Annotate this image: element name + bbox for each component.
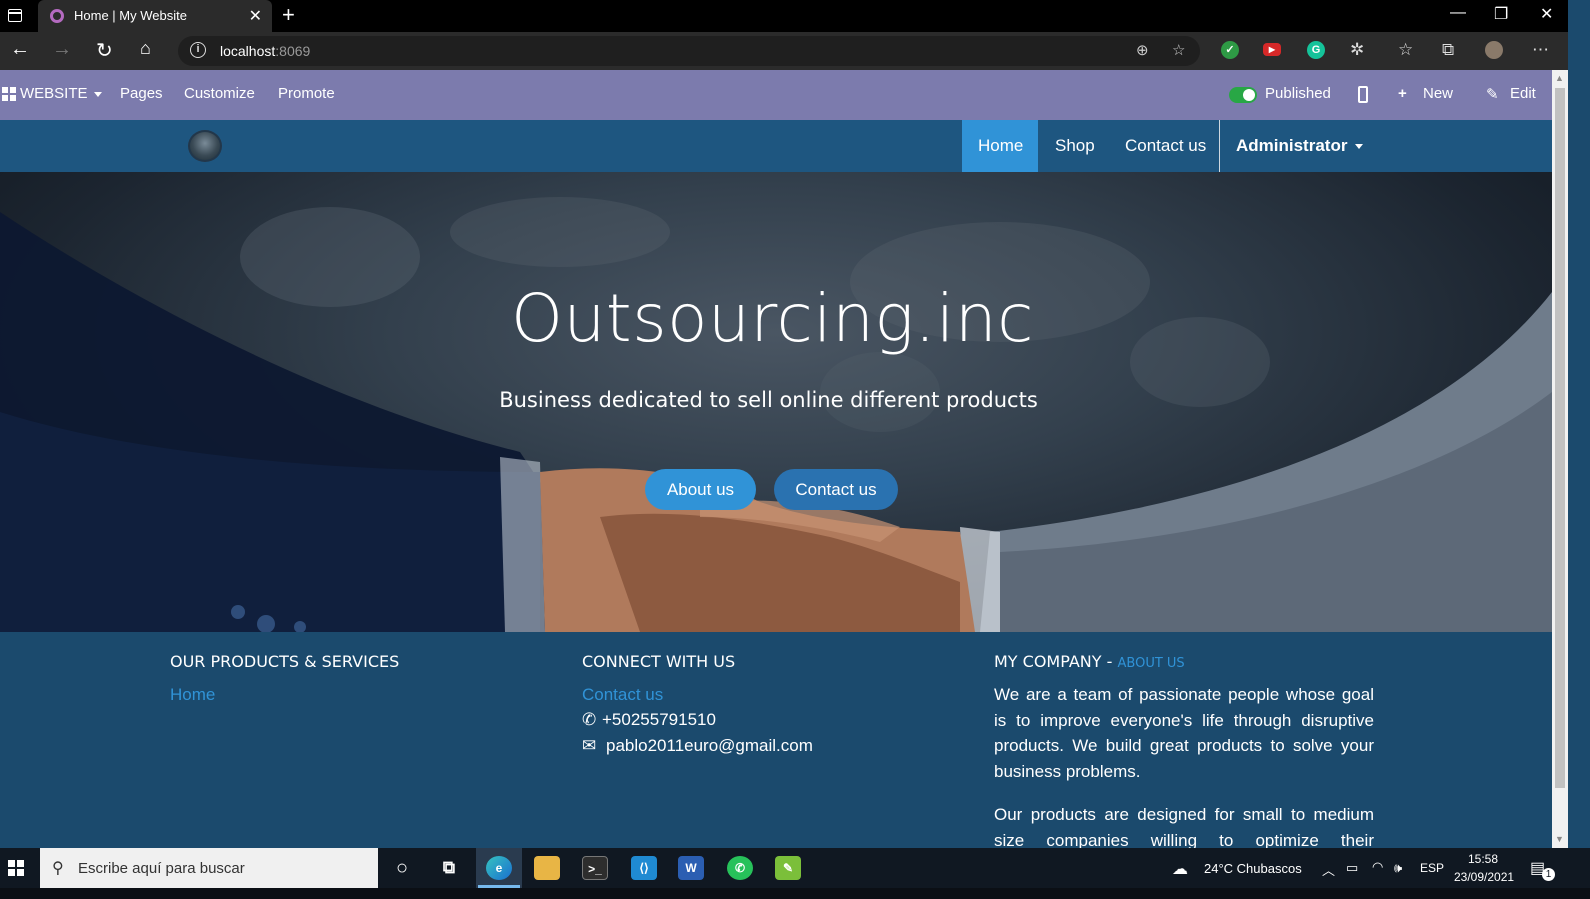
customize-menu[interactable]: Customize xyxy=(184,85,255,102)
youtube-extension-icon[interactable]: ▶ xyxy=(1263,43,1281,56)
forward-arrow-icon[interactable]: → xyxy=(52,38,72,61)
browser-toolbar: ← → ↻ ⌂ i localhost:8069 ⊕ ☆ ✓ ▶ G ✲ ☆ ⧉… xyxy=(0,32,1590,70)
hero-banner: Outsourcing.inc Business dedicated to se… xyxy=(0,172,1552,632)
new-tab-button[interactable]: + xyxy=(282,2,295,28)
tab-title: Home | My Website xyxy=(74,8,187,23)
language-indicator[interactable]: ESP xyxy=(1420,861,1444,875)
nav-contact-us[interactable]: Contact us xyxy=(1109,120,1222,172)
profile-avatar[interactable] xyxy=(1485,41,1503,59)
grammarly-icon[interactable]: G xyxy=(1307,41,1325,59)
more-menu-icon[interactable]: ⋯ xyxy=(1532,40,1549,60)
search-placeholder: Escribe aquí para buscar xyxy=(78,860,245,877)
apps-grid-icon[interactable] xyxy=(2,87,16,101)
odoo-favicon-icon xyxy=(50,9,64,23)
footer-home-link[interactable]: Home xyxy=(170,685,215,705)
back-arrow-icon[interactable]: ← xyxy=(10,38,30,61)
extensions-icon[interactable]: ✲ xyxy=(1350,40,1364,60)
footer-contact-link[interactable]: Contact us xyxy=(582,685,663,705)
whatsapp-icon[interactable]: ✆ xyxy=(727,856,753,880)
browser-tab-bar: Home | My Website ✕ + — ❐ ✕ xyxy=(0,0,1590,32)
window-edge xyxy=(1568,0,1590,899)
browser-tab[interactable]: Home | My Website ✕ xyxy=(38,0,272,32)
word-icon[interactable]: W xyxy=(678,856,704,880)
envelope-icon: ✉ xyxy=(582,736,597,755)
connect-heading: CONNECT WITH US xyxy=(582,652,736,671)
promote-menu[interactable]: Promote xyxy=(278,85,335,102)
published-toggle[interactable] xyxy=(1229,87,1257,103)
close-tab-icon[interactable]: ✕ xyxy=(249,6,262,26)
close-window-button[interactable]: ✕ xyxy=(1540,4,1553,24)
favorites-icon[interactable]: ☆ xyxy=(1398,40,1413,60)
site-info-icon[interactable]: i xyxy=(190,42,206,58)
company-logo[interactable] xyxy=(188,130,222,162)
published-label[interactable]: Published xyxy=(1265,85,1331,102)
nav-home[interactable]: Home xyxy=(962,120,1038,172)
email-link[interactable]: pablo2011euro@gmail.com xyxy=(606,736,813,756)
vscode-icon[interactable]: ⟨⟩ xyxy=(631,856,657,880)
about-us-button[interactable]: About us xyxy=(645,469,756,510)
file-explorer-icon[interactable] xyxy=(534,856,560,880)
notepad-plus-icon[interactable]: ✎ xyxy=(775,856,801,880)
cortana-icon[interactable]: ○ xyxy=(389,856,415,880)
volume-icon[interactable]: 🕪 xyxy=(1394,860,1402,876)
mobile-preview-icon[interactable] xyxy=(1358,86,1368,103)
url-text: localhost:8069 xyxy=(220,43,311,59)
minimize-button[interactable]: — xyxy=(1450,4,1466,22)
pencil-icon[interactable]: ✎ xyxy=(1486,85,1499,103)
notification-count-badge: 1 xyxy=(1542,868,1555,881)
add-favorite-icon[interactable]: ☆ xyxy=(1172,41,1185,59)
taskbar-bottom-strip xyxy=(0,888,1590,899)
website-app-menu[interactable]: WEBSITE xyxy=(20,85,102,102)
edge-browser-icon[interactable]: e xyxy=(486,856,512,880)
nav-shop[interactable]: Shop xyxy=(1039,120,1111,172)
weather-text[interactable]: 24°C Chubascos xyxy=(1204,861,1302,876)
plus-icon[interactable]: + xyxy=(1398,85,1407,102)
home-icon[interactable]: ⌂ xyxy=(140,38,151,59)
shield-extension-icon[interactable]: ✓ xyxy=(1221,41,1239,59)
edit-button[interactable]: Edit xyxy=(1510,85,1536,102)
page-scrollbar[interactable]: ▲ ▼ xyxy=(1552,70,1568,848)
phone-number: +50255791510 xyxy=(602,710,716,729)
scroll-down-arrow-icon[interactable]: ▼ xyxy=(1555,834,1564,844)
company-products-description: Our products are designed for small to m… xyxy=(994,805,1374,848)
phone-icon: ✆ xyxy=(582,710,597,729)
scroll-thumb[interactable] xyxy=(1555,88,1565,788)
wifi-icon[interactable]: ◠ xyxy=(1372,859,1383,875)
new-button[interactable]: New xyxy=(1423,85,1453,102)
terminal-icon[interactable]: >_ xyxy=(582,856,608,880)
search-icon: ⚲ xyxy=(52,860,64,877)
products-heading: OUR PRODUCTS & SERVICES xyxy=(170,652,400,671)
site-header: Home Shop Contact us Administrator xyxy=(0,120,1552,172)
about-us-link[interactable]: ABOUT US xyxy=(1118,656,1185,671)
windows-taskbar: ⚲ Escribe aquí para buscar ○ ⧉ e >_ ⟨⟩ W… xyxy=(0,848,1590,888)
task-view-icon[interactable]: ⧉ xyxy=(436,856,462,880)
site-footer: OUR PRODUCTS & SERVICES Home CONNECT WIT… xyxy=(0,632,1552,848)
restore-button[interactable]: ❐ xyxy=(1494,4,1508,24)
clock-date[interactable]: 23/09/2021 xyxy=(1454,870,1514,884)
pages-menu[interactable]: Pages xyxy=(120,85,163,102)
battery-icon[interactable]: ▭ xyxy=(1346,860,1358,876)
chevron-up-icon[interactable]: ︿ xyxy=(1322,860,1335,879)
collections-icon[interactable]: ⧉ xyxy=(1442,40,1454,60)
taskbar-search[interactable]: ⚲ Escribe aquí para buscar xyxy=(40,848,378,888)
clock-time[interactable]: 15:58 xyxy=(1468,852,1498,866)
scroll-up-arrow-icon[interactable]: ▲ xyxy=(1555,73,1564,83)
address-bar[interactable]: i localhost:8069 ⊕ ☆ xyxy=(178,36,1200,66)
odoo-admin-bar: WEBSITE Pages Customize Promote Publishe… xyxy=(0,70,1552,120)
nav-separator xyxy=(1219,120,1220,172)
contact-us-button[interactable]: Contact us xyxy=(774,469,898,510)
zoom-icon[interactable]: ⊕ xyxy=(1136,41,1149,59)
weather-cloud-icon[interactable]: ☁ xyxy=(1172,859,1188,879)
hero-title: Outsourcing.inc xyxy=(511,280,1034,357)
company-heading: MY COMPANY - ABOUT US xyxy=(994,652,1185,671)
reload-icon[interactable]: ↻ xyxy=(96,38,113,63)
tab-actions-icon[interactable] xyxy=(8,9,22,22)
company-description: We are a team of passionate people whose… xyxy=(994,685,1374,781)
hero-subtitle: Business dedicated to sell online differ… xyxy=(499,388,1038,412)
user-menu[interactable]: Administrator xyxy=(1236,120,1364,172)
windows-start-icon[interactable] xyxy=(8,860,24,876)
